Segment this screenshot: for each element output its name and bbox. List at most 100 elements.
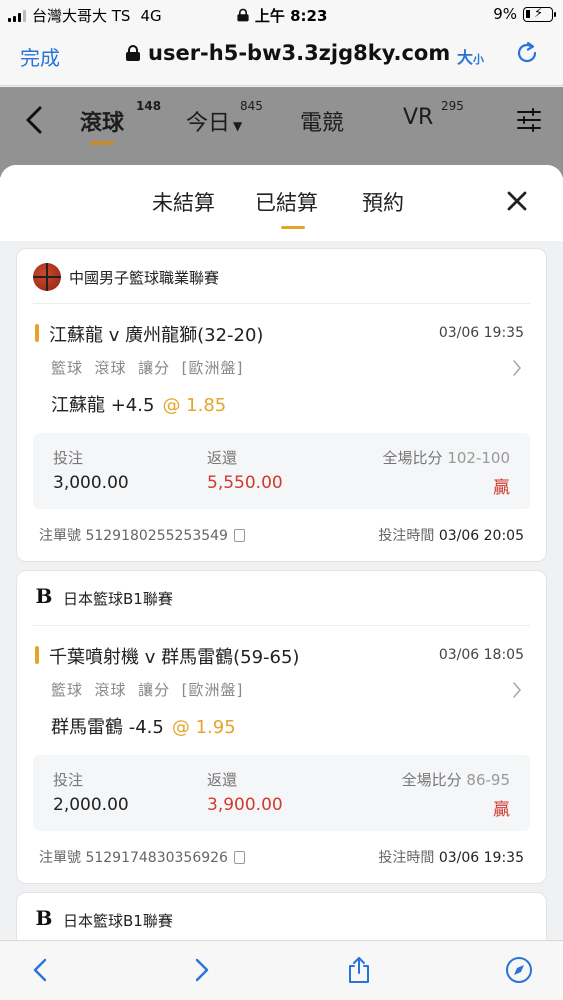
tab-esports[interactable]: 電競 — [300, 105, 344, 137]
bet-time-value: 03/06 19:35 — [438, 850, 524, 866]
score-label: 全場比分 86-95 — [402, 769, 510, 790]
status-time: 上午 8:23 — [0, 5, 563, 26]
sheet-header: 未結算 已結算 預約 — [0, 165, 563, 241]
match-time: 03/06 19:35 — [438, 325, 524, 341]
return-label: 返還 — [207, 771, 238, 789]
divider — [33, 625, 530, 626]
pick-label: 江蘇龍 +4.5 — [51, 395, 155, 416]
close-icon[interactable] — [504, 188, 530, 214]
app-nav: 滾球 148 今日 ▼ 845 電競 VR 295 — [0, 87, 563, 177]
ticket-number: 5129180255253549 — [85, 528, 228, 544]
tab-label: 今日 — [186, 111, 231, 136]
tab-live[interactable]: 滾球 148 — [80, 99, 161, 145]
bet-time: 投注時間 03/06 20:05 — [378, 525, 524, 545]
divider — [33, 303, 530, 304]
stake-label: 投注 — [53, 771, 84, 789]
caret-down-icon: ▼ — [233, 119, 243, 133]
url-text: user-h5-bw3.3zjg8ky.com — [148, 41, 451, 65]
return-value: 5,550.00 — [207, 473, 283, 493]
bet-card: B 日本籃球B1聯賽 千葉噴射機 v 群馬雷鶴(59-65) 03/06 18:… — [16, 570, 547, 884]
bet-time-label: 投注時間 — [378, 528, 435, 544]
battery-icon: ⚡ — [523, 6, 556, 22]
tab-count: 845 — [240, 99, 263, 113]
back-arrow-icon[interactable] — [22, 105, 46, 135]
done-button[interactable]: 完成 — [20, 42, 60, 71]
reload-icon[interactable] — [514, 40, 540, 66]
bet-summary: 投注 3,000.00 返還 5,550.00 全場比分 102-100 贏 — [33, 433, 530, 509]
tab-unsettled[interactable]: 未結算 — [152, 187, 215, 217]
chevron-right-icon[interactable] — [512, 359, 522, 377]
tab-today[interactable]: 今日 ▼ 845 — [186, 99, 263, 137]
score-title: 全場比分 — [382, 449, 443, 467]
tab-count: 295 — [441, 99, 464, 113]
tab-count: 148 — [136, 99, 162, 113]
league-header: B 日本籃球B1聯賽 — [33, 907, 173, 933]
pick-label: 群馬雷鶴 -4.5 — [51, 717, 164, 738]
tab-vr[interactable]: VR 295 — [403, 99, 464, 130]
bet-card: 中國男子籃球職業聯賽 江蘇龍 v 廣州龍獅(32-20) 03/06 19:35… — [16, 248, 547, 562]
bet-meta: 籃球 滾球 讓分 [歐洲盤] — [51, 359, 244, 377]
chevron-right-icon[interactable] — [512, 681, 522, 699]
odds-label: @ 1.85 — [162, 395, 227, 416]
score-title: 全場比分 — [401, 771, 462, 789]
bet-pick: 群馬雷鶴 -4.5 @ 1.95 — [51, 713, 236, 739]
basketball-logo-icon — [33, 263, 61, 291]
stake-label: 投注 — [53, 449, 84, 467]
b-league-logo-icon: B — [35, 584, 53, 608]
match-time: 03/06 18:05 — [438, 647, 524, 663]
league-header: B 日本籃球B1聯賽 — [33, 585, 173, 611]
battery-label: 9% — [493, 5, 517, 23]
bet-footer: 注單號 5129180255253549 投注時間 03/06 20:05 — [39, 525, 524, 545]
copy-icon[interactable] — [233, 851, 245, 864]
ticket-number: 5129174830356926 — [85, 850, 228, 866]
bet-history-sheet: 未結算 已結算 預約 中國男子籃球職業聯賽 江蘇龍 v 廣州龍獅(32-20) … — [0, 165, 563, 940]
filter-icon[interactable] — [516, 107, 542, 133]
return-value: 3,900.00 — [207, 795, 283, 815]
stake-value: 3,000.00 — [53, 473, 129, 493]
status-bar: 台灣大哥大 TS 4G 上午 8:23 9% ⚡ — [0, 0, 563, 30]
back-icon[interactable] — [26, 955, 56, 985]
match-title: 江蘇龍 v 廣州龍獅(32-20) — [35, 321, 263, 347]
tab-label: 滾球 — [80, 111, 125, 136]
text-size-button[interactable]: 大小 — [457, 44, 484, 68]
bet-card: B 日本籃球B1聯賽 — [16, 892, 547, 940]
browser-toolbar — [0, 940, 563, 1000]
bet-time-value: 03/06 20:05 — [438, 528, 524, 544]
orientation-lock-icon — [237, 8, 249, 22]
forward-icon[interactable] — [186, 955, 216, 985]
result-badge: 贏 — [493, 478, 510, 498]
text-size-large: 大 — [457, 48, 474, 67]
bet-pick: 江蘇龍 +4.5 @ 1.85 — [51, 391, 226, 417]
copy-icon[interactable] — [233, 529, 245, 542]
league-header: 中國男子籃球職業聯賽 — [33, 263, 219, 291]
clock-label: 上午 8:23 — [254, 7, 328, 25]
score-label: 全場比分 102-100 — [383, 447, 510, 468]
return-label: 返還 — [207, 449, 238, 467]
bet-summary: 投注 2,000.00 返還 3,900.00 全場比分 86-95 贏 — [33, 755, 530, 831]
lock-icon — [126, 45, 140, 61]
ticket-label: 注單號 — [39, 850, 81, 866]
bet-time-label: 投注時間 — [378, 850, 435, 866]
url-field[interactable]: user-h5-bw3.3zjg8ky.com — [126, 41, 450, 65]
bet-meta: 籃球 滾球 讓分 [歐洲盤] — [51, 681, 244, 699]
text-size-small: 小 — [473, 53, 485, 66]
league-name: 中國男子籃球職業聯賽 — [69, 268, 220, 287]
compass-icon[interactable] — [504, 955, 534, 985]
tab-label: 電競 — [300, 111, 345, 136]
tab-settled[interactable]: 已結算 — [255, 187, 318, 229]
share-icon[interactable] — [344, 955, 374, 985]
league-name: 日本籃球B1聯賽 — [63, 911, 173, 930]
match-title: 千葉噴射機 v 群馬雷鶴(59-65) — [35, 643, 299, 669]
result-badge: 贏 — [493, 800, 510, 820]
score-value: 86-95 — [466, 771, 510, 789]
status-right: 9% ⚡ — [493, 5, 556, 23]
tab-label: VR — [403, 105, 434, 130]
score-value: 102-100 — [447, 449, 510, 467]
bet-footer: 注單號 5129174830356926 投注時間 03/06 19:35 — [39, 847, 524, 867]
b-league-logo-icon: B — [35, 906, 53, 930]
stake-value: 2,000.00 — [53, 795, 129, 815]
odds-label: @ 1.95 — [171, 717, 236, 738]
bet-time: 投注時間 03/06 19:35 — [378, 847, 524, 867]
browser-bar: 完成 user-h5-bw3.3zjg8ky.com 大小 — [0, 30, 563, 86]
tab-reserved[interactable]: 預約 — [362, 187, 404, 217]
